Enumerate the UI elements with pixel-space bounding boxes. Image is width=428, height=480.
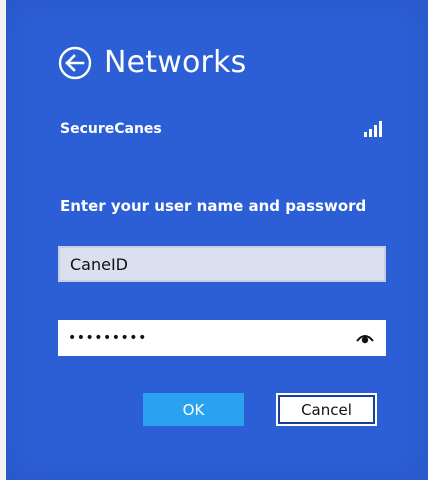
signal-strength-icon xyxy=(364,121,382,137)
panel-header: Networks xyxy=(58,46,247,80)
eye-icon[interactable] xyxy=(356,332,374,344)
network-login-panel: Networks SecureCanes Enter your user nam… xyxy=(6,0,428,480)
page-title: Networks xyxy=(104,45,247,80)
password-field[interactable]: ••••••••• xyxy=(58,320,386,356)
username-field[interactable]: CaneID xyxy=(58,246,386,282)
username-value: CaneID xyxy=(70,254,128,274)
back-arrow-circle-icon[interactable] xyxy=(58,46,92,80)
network-name: SecureCanes xyxy=(60,121,162,137)
ok-button[interactable]: OK xyxy=(143,393,244,426)
credentials-prompt: Enter your user name and password xyxy=(60,197,367,215)
cancel-button[interactable]: Cancel xyxy=(276,393,377,426)
password-value: ••••••••• xyxy=(68,330,147,346)
